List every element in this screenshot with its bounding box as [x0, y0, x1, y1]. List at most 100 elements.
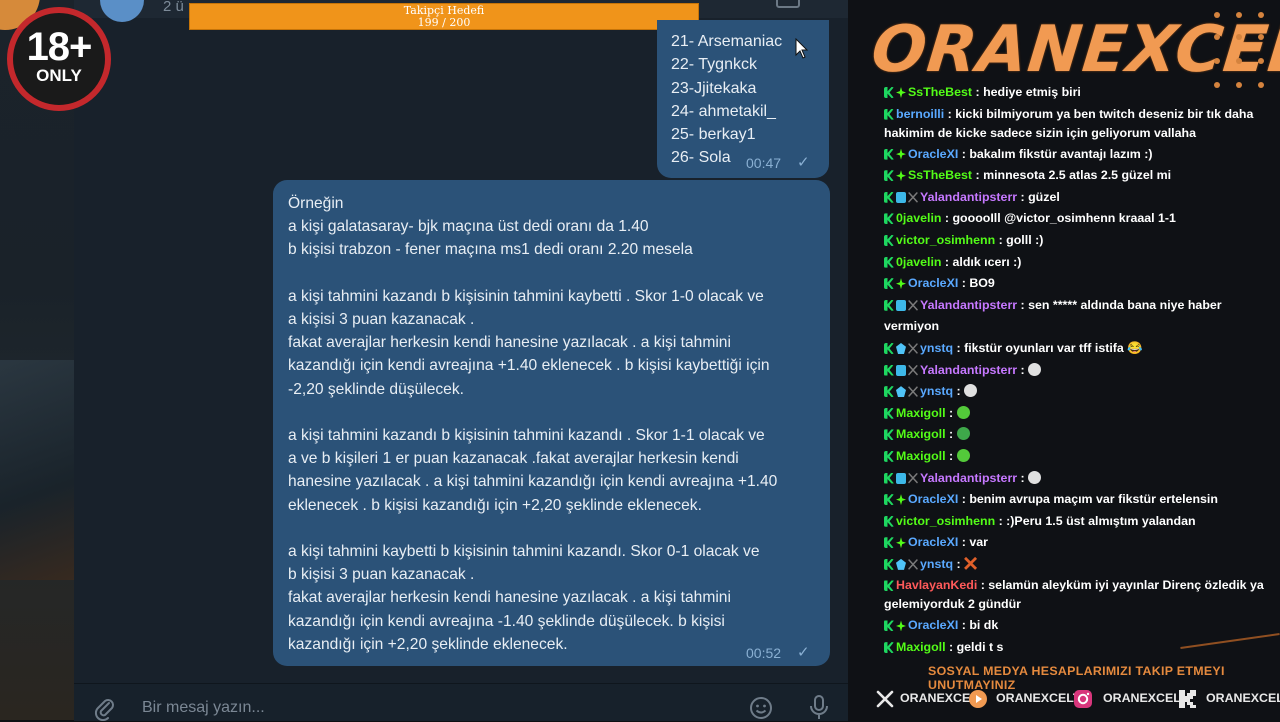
message-line: hanesine yazılacak . a kişi tahmini kaza…	[288, 473, 778, 491]
read-check-icon: ✓	[797, 154, 810, 171]
instagram-icon[interactable]	[1073, 689, 1093, 709]
gem-badge-icon	[896, 342, 906, 354]
kick-badge-icon	[884, 191, 894, 203]
chat-separator: :	[995, 513, 1007, 528]
chat-message[interactable]: OracleXI : benim avrupa maçım var fikstü…	[884, 489, 1264, 511]
chat-text: güzel	[1028, 189, 1060, 204]
phone-decoration	[0, 360, 74, 580]
chat-username[interactable]: 0javelin	[896, 255, 941, 269]
kick-badge-icon	[884, 278, 894, 290]
chat-username[interactable]: OracleXI	[908, 492, 958, 506]
chat-message[interactable]: 0javelin : gooooIll @victor_osimhenn kra…	[884, 208, 1264, 230]
chat-username[interactable]: Maxigoll	[896, 427, 946, 441]
chat-message[interactable]: victor_osimhenn : golll :)	[884, 230, 1264, 252]
chat-message[interactable]: ynstq :	[884, 381, 1264, 403]
message-line: 21- Arsemaniac	[671, 33, 783, 50]
chat-message[interactable]: OracleXI : BO9	[884, 273, 1264, 295]
chat-username[interactable]: victor_osimhenn	[896, 514, 995, 528]
chat-username[interactable]: OracleXI	[908, 276, 958, 290]
x-logo-icon[interactable]	[875, 689, 895, 709]
message-paragraph: Örneğin a kişi galatasaray- bjk maçına üs…	[288, 192, 816, 262]
chat-username[interactable]: bernoilli	[896, 107, 944, 121]
chat-username[interactable]: SsTheBest	[908, 85, 972, 99]
decorative-dot	[1214, 12, 1220, 18]
chat-username[interactable]: Maxigoll	[896, 449, 946, 463]
kick-badge-icon	[884, 148, 894, 160]
kick-badge-icon	[884, 299, 894, 311]
stream-chat-list[interactable]: SsTheBest : hediye etmiş biri bernoilli :…	[884, 82, 1264, 659]
chat-separator: :	[941, 211, 953, 226]
chat-separator: :	[1017, 297, 1029, 312]
chat-username[interactable]: ynstq	[920, 557, 953, 571]
chat-message[interactable]: OracleXI : bakalım fikstür avantajı lazı…	[884, 144, 1264, 166]
kick-badge-icon	[884, 364, 894, 376]
chat-username[interactable]: OracleXI	[908, 147, 958, 161]
subscriber-badge-icon	[896, 364, 906, 376]
chat-username[interactable]: Maxigoll	[896, 406, 946, 420]
chat-header-subtitle: 2 ü	[163, 0, 184, 15]
chat-message[interactable]: victor_osimhenn : :)Peru 1.5 üst almıştı…	[884, 511, 1264, 533]
chat-username[interactable]: ynstq	[920, 341, 953, 355]
chat-username[interactable]: HavlayanKedi	[896, 578, 977, 592]
chat-username[interactable]: OracleXI	[908, 535, 958, 549]
chat-separator: :	[953, 384, 965, 399]
chat-message[interactable]: Maxigoll :	[884, 403, 1264, 425]
chat-text: BO9	[969, 276, 995, 291]
chat-message[interactable]: OracleXI : bi dk	[884, 615, 1264, 637]
subscriber-badge-icon	[896, 299, 906, 311]
kick-badge-icon	[884, 472, 894, 484]
chat-message[interactable]: bernoilli : kicki bilmiyorum ya ben twit…	[884, 104, 1264, 144]
chat-message[interactable]: Maxigoll : geldi t s	[884, 637, 1264, 659]
chat-message[interactable]: Maxigoll :	[884, 446, 1264, 468]
decorative-dot	[1258, 34, 1264, 40]
youtube-play-icon[interactable]	[968, 689, 988, 709]
message-line: fakat averajlar herkesin kendi hanesine …	[288, 334, 731, 352]
chat-username[interactable]: Yalandantipsterr	[920, 298, 1017, 312]
emoji-icon[interactable]	[748, 695, 774, 721]
message-line: a kişisi 3 puan kazanacak .	[288, 311, 475, 328]
chat-message[interactable]: ynstq : fikstür oyunları var tff istifa …	[884, 338, 1264, 360]
kick-logo-icon[interactable]	[1177, 689, 1197, 709]
chat-message[interactable]: OracleXI : var	[884, 532, 1264, 554]
muted-x-badge-icon	[908, 299, 918, 311]
chat-username[interactable]: 0javelin	[896, 211, 941, 225]
cross-emote-icon	[964, 556, 978, 570]
chat-message[interactable]: Maxigoll :	[884, 424, 1264, 446]
message-input[interactable]	[140, 694, 704, 722]
chat-text: minnesota 2.5 atlas 2.5 güzel mi	[983, 168, 1172, 183]
chat-text: hediye etmiş biri	[983, 85, 1081, 99]
chat-message[interactable]: HavlayanKedi : selamün aleyküm iyi yayın…	[884, 575, 1264, 615]
chat-username[interactable]: Maxigoll	[896, 640, 946, 654]
chat-username[interactable]: victor_osimhenn	[896, 233, 995, 247]
kick-badge-icon	[884, 429, 894, 441]
brand-logo: ORANEXCEL	[868, 13, 1280, 87]
chat-username[interactable]: Yalandantipsterr	[920, 363, 1017, 377]
chat-message[interactable]: SsTheBest : hediye etmiş biri	[884, 82, 1264, 104]
chat-username[interactable]: OracleXI	[908, 618, 958, 632]
attach-paperclip-icon[interactable]	[93, 697, 117, 721]
chat-username[interactable]: Yalandantipsterr	[920, 471, 1017, 485]
chat-message[interactable]: SsTheBest : minnesota 2.5 atlas 2.5 güze…	[884, 165, 1264, 187]
green-frog-emote-icon	[956, 427, 970, 441]
chat-username[interactable]: Yalandantipsterr	[920, 190, 1017, 204]
chat-message[interactable]: Yalandantipsterr : sen ***** aldında ban…	[884, 295, 1264, 338]
social-label-x: ORANEXCEL	[900, 691, 978, 705]
chat-message[interactable]: Yalandantipsterr : güzel	[884, 187, 1264, 209]
chat-separator: :	[953, 340, 965, 355]
chat-username[interactable]: ynstq	[920, 384, 953, 398]
kick-badge-icon	[884, 256, 894, 268]
message-bubble-rules[interactable]: Örneğin a kişi galatasaray- bjk maçına üs…	[273, 180, 830, 666]
message-line: b kişisi trabzon - fener maçına ms1 dedi…	[288, 241, 693, 259]
chat-username[interactable]: SsTheBest	[908, 168, 972, 182]
chat-separator: :	[941, 254, 953, 269]
star-badge-icon	[896, 537, 906, 549]
chat-message[interactable]: Yalandantipsterr :	[884, 468, 1264, 490]
chat-text: bakalım fikstür avantajı lazım :)	[969, 146, 1153, 161]
decorative-dot	[1214, 58, 1220, 64]
microphone-icon[interactable]	[808, 694, 830, 720]
chat-message[interactable]: 0javelin : aldık ıcerı :)	[884, 252, 1264, 274]
chat-message[interactable]: ynstq :	[884, 554, 1264, 576]
chat-message[interactable]: Yalandantipsterr :	[884, 360, 1264, 382]
header-video-icon[interactable]	[776, 0, 800, 8]
kick-badge-icon	[884, 87, 894, 98]
